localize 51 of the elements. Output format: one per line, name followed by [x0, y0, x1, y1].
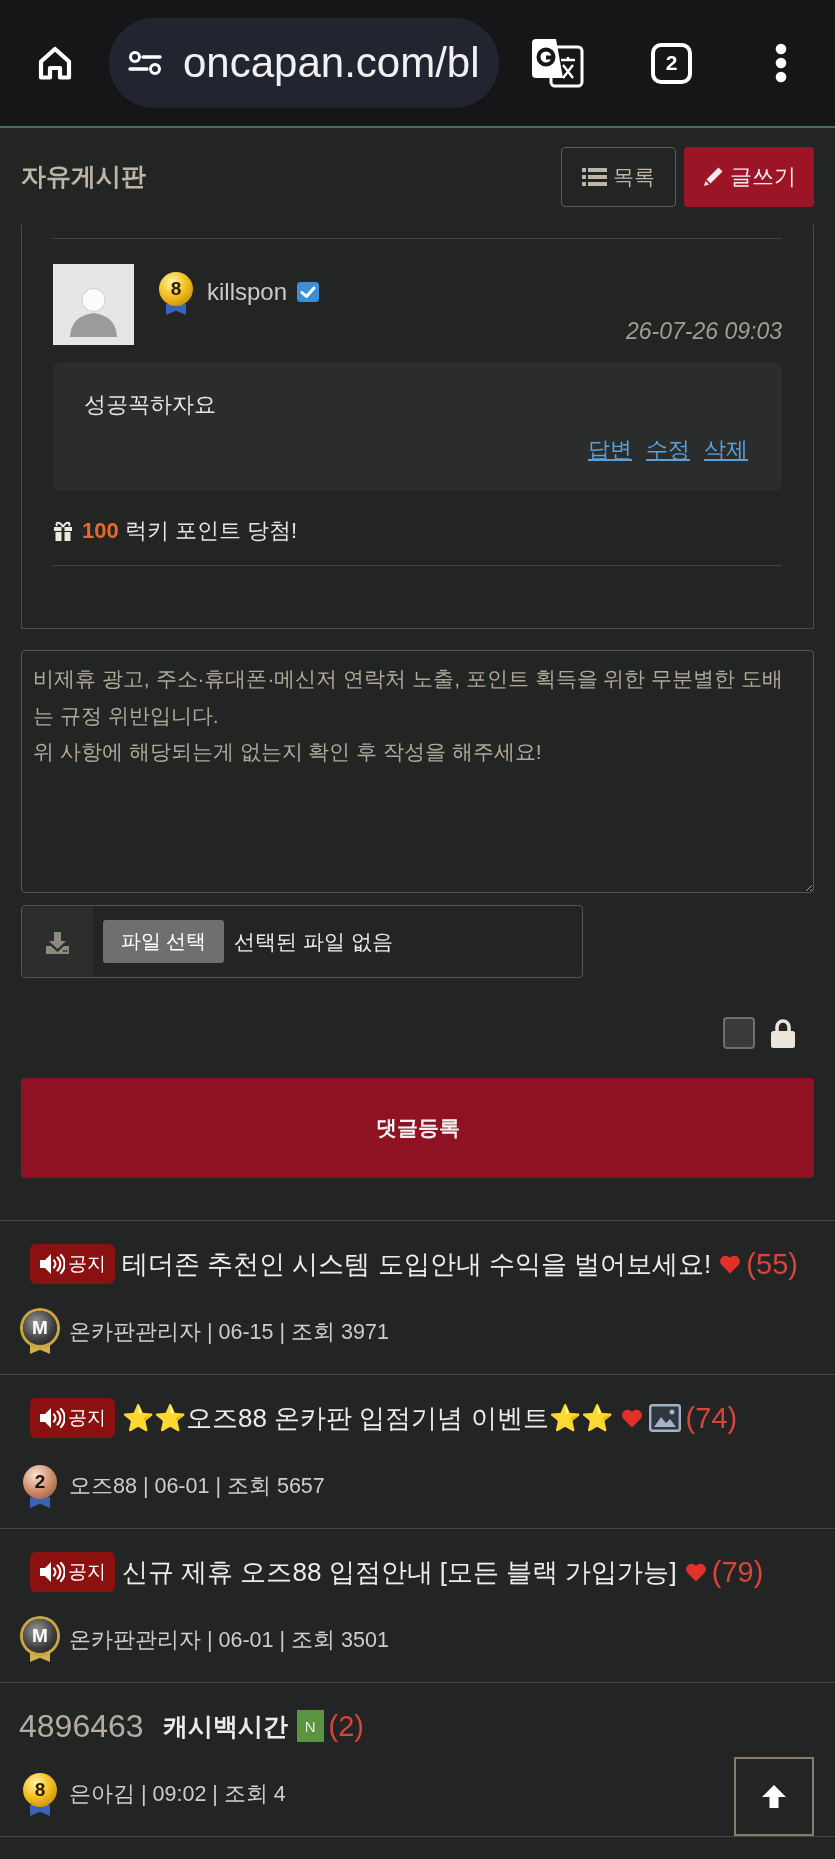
pencil-icon: [702, 166, 724, 187]
post-title-link[interactable]: 신규 제휴 오즈88 입점안내 [모든 블랙 가입가능]: [122, 1555, 677, 1589]
post-meta: 온카판관리자 | 06-15 | 조회 3971: [69, 1318, 389, 1346]
submit-comment-button[interactable]: 댓글등록: [21, 1078, 814, 1178]
comment-action-link[interactable]: 삭제: [704, 435, 748, 465]
post-title-link[interactable]: ⭐⭐오즈88 온카판 입점기념 이벤트⭐⭐: [122, 1401, 613, 1435]
comment-action-link[interactable]: 수정: [646, 435, 690, 465]
notice-label: 공지: [68, 1252, 106, 1276]
new-badge: N: [296, 1710, 324, 1742]
comment-text: 성공꼭하자요: [84, 391, 217, 419]
menu-icon[interactable]: [775, 43, 787, 83]
notice-label: 공지: [68, 1406, 106, 1430]
secret-checkbox[interactable]: [723, 1017, 755, 1049]
post-meta: 오즈88 | 06-01 | 조회 5657: [69, 1472, 325, 1500]
back-to-top-button[interactable]: [734, 1756, 814, 1836]
tab-switcher-button[interactable]: 2: [651, 42, 692, 84]
list-button[interactable]: 목록: [561, 146, 676, 207]
post-number: 4896463: [19, 1707, 144, 1745]
speaker-icon: [39, 1561, 65, 1583]
notice-label: 공지: [68, 1560, 106, 1584]
lucky-points-text: 100 럭키 포인트 당첨!: [82, 517, 298, 545]
lock-icon: [771, 1018, 795, 1048]
arrow-up-icon: [760, 1782, 788, 1810]
site-settings-icon[interactable]: [128, 50, 162, 76]
file-upload-field[interactable]: 파일 선택 선택된 파일 없음: [21, 905, 583, 978]
gift-icon: [53, 521, 73, 541]
url-text[interactable]: oncapan.com/bl: [183, 39, 480, 87]
comment-count: (55): [746, 1247, 798, 1281]
address-bar[interactable]: oncapan.com/bl: [109, 18, 499, 108]
post-title-link[interactable]: 테더존 추천인 시스템 도입안내 수익을 벌어보세요!: [122, 1247, 712, 1281]
home-icon[interactable]: [36, 44, 74, 82]
list-icon: [582, 166, 607, 187]
comment-input-field[interactable]: 비제휴 광고, 주소·휴대폰·메신저 연락처 노출, 포인트 획득을 위한 무분별한 도배는 규정 위반입니다. 위 사항에 해당되는게 없는지 확인 후 작성을 해주세요!: [21, 650, 814, 893]
speaker-icon: [39, 1407, 65, 1429]
board-title: 자유게시판: [21, 161, 146, 192]
file-status-text: 선택된 파일 없음: [234, 928, 393, 955]
choose-file-button[interactable]: 파일 선택: [103, 920, 224, 963]
translate-icon[interactable]: [531, 38, 584, 88]
comment-count: (74): [685, 1401, 738, 1435]
speaker-icon: [39, 1253, 65, 1275]
write-button[interactable]: 글쓰기: [684, 146, 814, 207]
author-name: killspon: [207, 278, 288, 306]
post-title-link[interactable]: 캐시백시간: [162, 1709, 288, 1743]
comment-count: (2): [328, 1709, 365, 1743]
comment-action-link[interactable]: 답변: [588, 435, 632, 465]
avatar-icon: [53, 264, 134, 345]
post-meta: 은아김 | 09:02 | 조회 4: [69, 1780, 286, 1808]
post-meta: 온카판관리자 | 06-01 | 조회 3501: [69, 1626, 389, 1654]
comment-count: (79): [711, 1555, 764, 1589]
comment-date: 26-07-26 09:03: [626, 317, 782, 346]
download-icon: [22, 906, 93, 977]
